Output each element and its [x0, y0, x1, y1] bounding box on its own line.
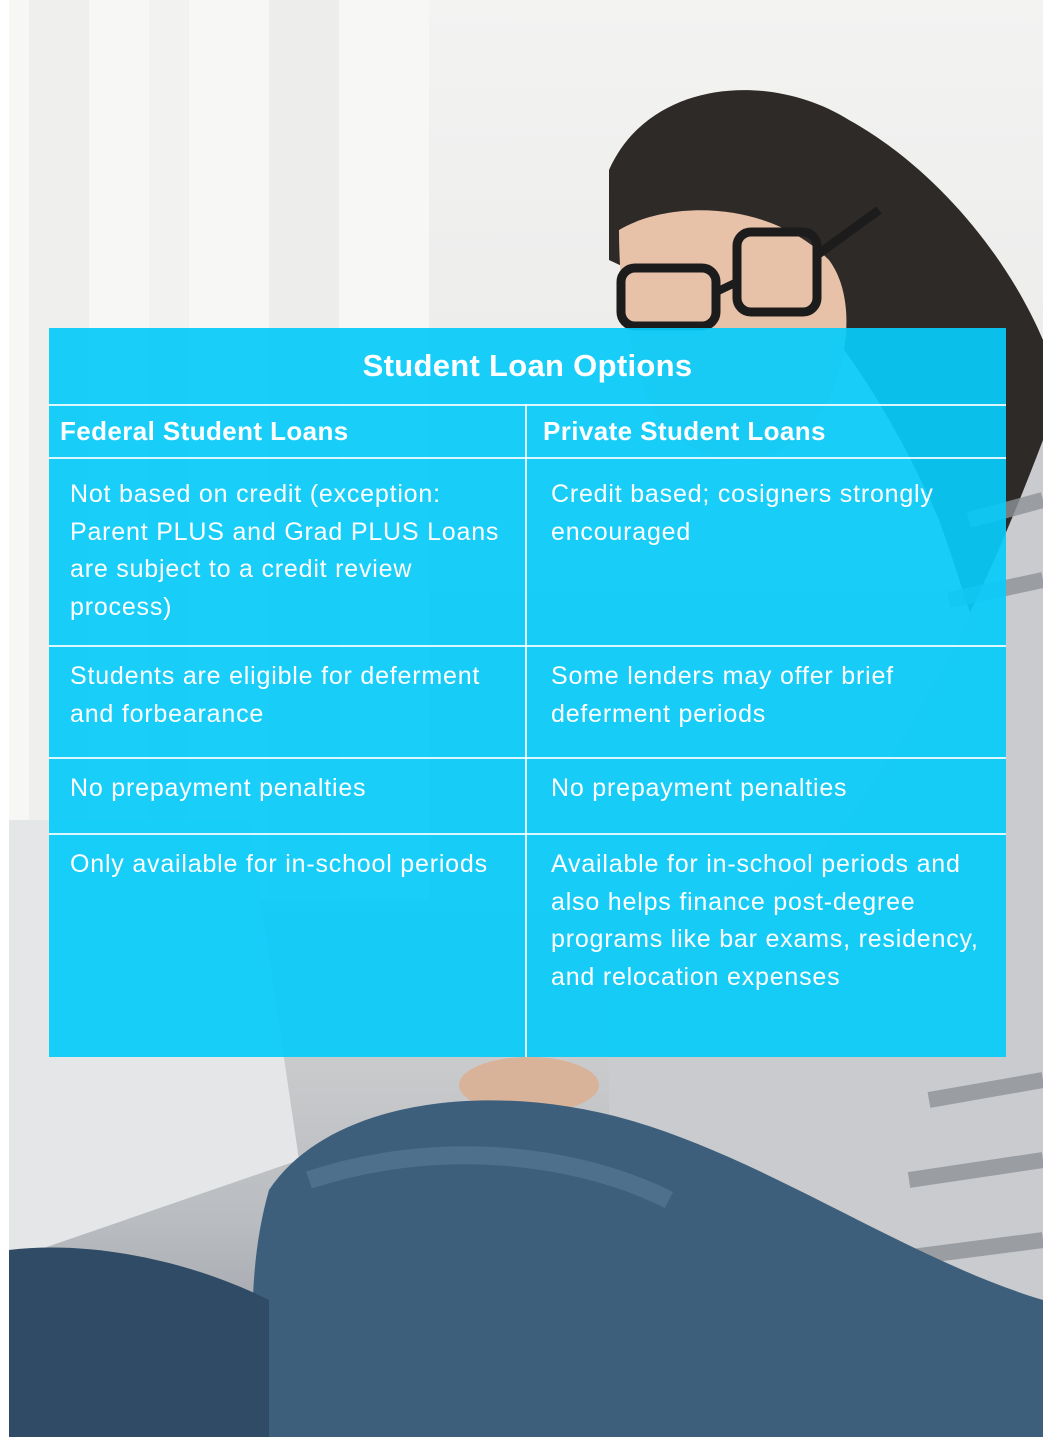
column-divider [525, 404, 527, 1057]
header-federal: Federal Student Loans [60, 416, 349, 446]
cell-private-availability: Available for in-school periods and also… [551, 850, 979, 991]
divider [49, 833, 1006, 835]
loan-options-table: Student Loan Options Federal Student Loa… [49, 328, 1006, 1057]
divider [49, 457, 1006, 459]
header-private: Private Student Loans [543, 416, 826, 446]
divider [49, 757, 1006, 759]
cell-federal-prepayment: No prepayment penalties [70, 774, 367, 802]
cell-federal-credit: Not based on credit (exception: Parent P… [70, 480, 500, 621]
cell-federal-deferment: Students are eligible for deferment and … [70, 662, 481, 728]
divider [49, 645, 1006, 647]
cell-private-credit: Credit based; cosigners strongly encoura… [551, 480, 934, 546]
table-title: Student Loan Options [362, 348, 693, 383]
cell-private-deferment: Some lenders may offer brief deferment p… [551, 662, 894, 728]
cell-federal-availability: Only available for in-school periods [70, 850, 488, 878]
divider [49, 404, 1006, 406]
cell-private-prepayment: No prepayment penalties [551, 774, 848, 802]
